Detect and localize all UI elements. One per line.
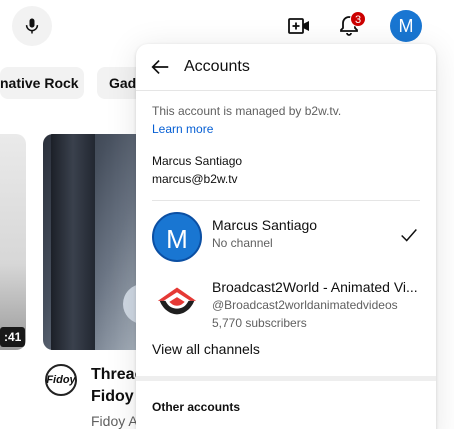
accounts-panel-header: Accounts bbox=[136, 44, 436, 91]
managed-account-notice: This account is managed by b2w.tv. bbox=[152, 104, 342, 118]
divider bbox=[152, 200, 420, 201]
channel-handle: @Broadcast2worldanimatedvideos bbox=[212, 298, 398, 312]
video-thumbnail[interactable] bbox=[0, 134, 26, 350]
channel-status: No channel bbox=[212, 236, 273, 250]
notification-count-badge: 3 bbox=[350, 11, 367, 27]
back-button[interactable] bbox=[148, 55, 172, 79]
video-plus-icon bbox=[288, 18, 309, 34]
broadcast2world-logo-icon bbox=[152, 274, 202, 324]
view-all-channels-link[interactable]: View all channels bbox=[152, 341, 260, 357]
subscriber-count: 5,770 subscribers bbox=[212, 316, 307, 330]
channel-row-marcus-santiago[interactable]: M Marcus Santiago No channel bbox=[136, 204, 436, 266]
microphone-icon bbox=[25, 18, 39, 34]
create-button[interactable] bbox=[286, 13, 312, 39]
account-avatar-button[interactable]: M bbox=[390, 10, 422, 42]
account-email: marcus@b2w.tv bbox=[152, 172, 238, 186]
video-duration-badge: :41 bbox=[0, 327, 26, 347]
learn-more-link[interactable]: Learn more bbox=[152, 122, 213, 136]
avatar: M bbox=[152, 212, 202, 262]
accounts-panel: Accounts This account is managed by b2w.… bbox=[136, 44, 436, 429]
section-divider bbox=[136, 376, 436, 381]
panel-title: Accounts bbox=[184, 58, 250, 75]
thumbnail-image-detail bbox=[51, 134, 95, 350]
account-name: Marcus Santiago bbox=[152, 154, 243, 168]
channel-avatar[interactable]: Fidoy bbox=[45, 364, 77, 396]
voice-search-button[interactable] bbox=[12, 6, 52, 46]
channel-row-broadcast2world[interactable]: Broadcast2World - Animated Vi... @Broadc… bbox=[136, 266, 436, 330]
channel-name: Marcus Santiago bbox=[212, 217, 318, 233]
video-channel-name[interactable]: Fidoy A bbox=[91, 413, 141, 429]
filter-chip[interactable]: native Rock bbox=[0, 67, 84, 99]
other-accounts-heading: Other accounts bbox=[152, 400, 241, 414]
checkmark-icon bbox=[401, 229, 417, 242]
arrow-left-icon bbox=[151, 59, 169, 75]
channel-name: Broadcast2World - Animated Vi... bbox=[212, 279, 418, 295]
